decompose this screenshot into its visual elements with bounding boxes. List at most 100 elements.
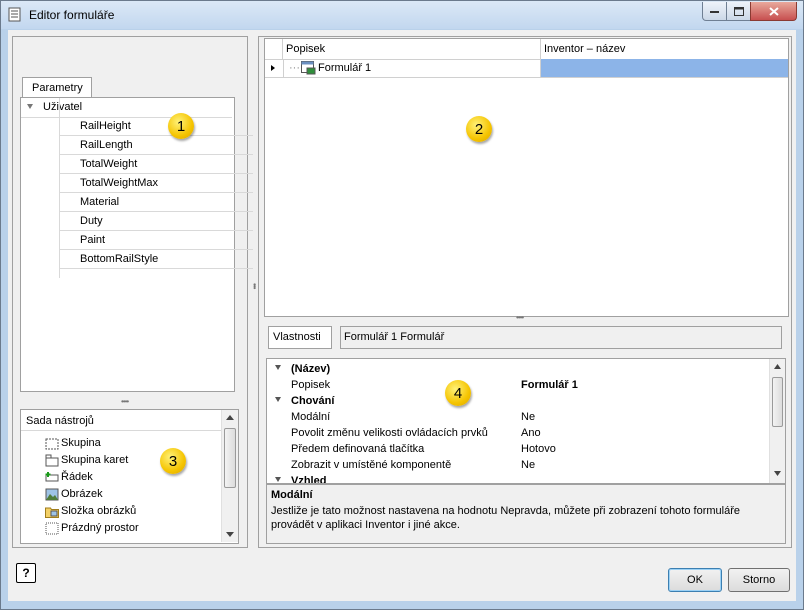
tool-label: Obrázek [61,488,103,500]
minimize-icon [710,11,719,13]
collapse-arrow-icon[interactable] [275,397,281,402]
property-value[interactable]: Ano [521,427,541,439]
toolbox-panel: Sada nástrojů Skupina Skupina karet Řáde… [20,409,239,544]
maximize-button[interactable] [726,2,751,21]
cancel-button[interactable]: Storno [728,568,790,592]
tab-parametry[interactable]: Parametry [22,77,92,98]
window-title: Editor formuláře [29,8,115,22]
tool-label: Řádek [61,471,93,483]
tool-label: Prázdný prostor [61,522,139,534]
parameter-tree: Uživatel RailHeight RailLength TotalWeig… [20,97,253,392]
collapse-arrow-icon[interactable] [275,365,281,370]
properties-label-box: Vlastnosti [268,326,332,349]
properties-label: Vlastnosti [273,331,321,343]
tree-connector: ··· [289,62,300,74]
scroll-down-icon[interactable] [226,532,234,537]
parameter-item[interactable]: RailLength [60,136,253,155]
property-name: (Název) [291,363,331,375]
description-body: Jestliže je tato možnost nastavena na ho… [271,505,740,531]
collapse-arrow-icon[interactable] [27,104,33,109]
toolbox-title: Sada nástrojů [26,415,94,427]
tool-item-radek[interactable]: Řádek [45,469,93,485]
column-header-inventor-name[interactable]: Inventor – název [540,39,788,59]
callout-marker-3: 3 [160,448,186,474]
grid-header: Popisek Inventor – název [265,39,788,60]
property-category[interactable]: Vzhled [267,473,769,483]
parameter-label: TotalWeight [80,158,138,170]
image-icon [45,488,59,500]
column-label: Popisek [286,43,326,55]
parameter-item[interactable]: BottomRailStyle [60,250,253,269]
toolbox-scrollbar[interactable] [221,410,238,542]
parameter-label: TotalWeightMax [80,177,159,189]
form-structure-grid: Popisek Inventor – název ··· Formulář 1 [264,38,789,317]
inventor-name-cell[interactable] [541,59,788,77]
property-value[interactable]: Formulář 1 [521,379,578,391]
group-header-uzivatel[interactable]: Uživatel [21,98,232,118]
maximize-icon [733,6,744,16]
selected-object-text: Formulář 1 Formulář [344,331,445,343]
property-description: Modální Jestliže je tato možnost nastave… [266,484,786,544]
form-row-label: Formulář 1 [318,62,372,74]
parameter-item[interactable]: Material [60,193,253,212]
row-selector-icon [271,65,275,71]
property-name: Chování [291,395,335,407]
tool-item-slozka-obrazku[interactable]: Složka obrázků [45,503,136,519]
property-category[interactable]: Chování [267,393,769,409]
tab-group-icon [45,454,59,466]
scroll-down-icon[interactable] [774,471,781,476]
property-row[interactable]: Popisek Formulář 1 [267,377,769,393]
close-button[interactable] [750,2,797,21]
callout-marker-4: 4 [445,380,471,406]
property-value[interactable]: Ne [521,459,535,471]
table-row[interactable]: ··· Formulář 1 [265,59,788,78]
parameter-item[interactable]: TotalWeight [60,155,253,174]
grid-splitter[interactable]: •••• [516,313,524,322]
tool-item-skupina[interactable]: Skupina [45,435,101,451]
property-category[interactable]: (Název) [267,361,769,377]
parameter-label: Paint [80,234,106,246]
property-row[interactable]: Povolit změnu velikosti ovládacích prvků… [267,425,769,441]
empty-space-icon [45,522,59,534]
ok-button[interactable]: OK [668,568,722,592]
scroll-up-icon[interactable] [226,415,234,420]
column-header-popisek[interactable]: Popisek [282,39,541,59]
property-name: Vzhled [291,475,327,483]
row-icon [45,471,59,481]
parameter-item[interactable]: TotalWeightMax [60,174,253,193]
property-row[interactable]: Předem definovaná tlačítka Hotovo [267,441,769,457]
selected-object-field: Formulář 1 Formulář [340,326,782,349]
tool-item-skupina-karet[interactable]: Skupina karet [45,452,128,468]
divider [21,430,221,431]
property-name: Zobrazit v umístěné komponentě [291,459,452,471]
scrollbar-thumb[interactable] [772,377,783,427]
property-value[interactable]: Hotovo [521,443,556,455]
group-icon [45,438,59,449]
property-grid-scrollbar[interactable] [769,359,785,483]
column-label: Inventor – název [544,43,626,55]
scrollbar-thumb[interactable] [224,428,236,488]
help-button[interactable]: ? [16,563,36,583]
tool-item-obrazek[interactable]: Obrázek [45,486,103,502]
collapse-arrow-icon[interactable] [275,477,281,482]
parameter-label: RailLength [80,139,133,151]
title-bar: Editor formuláře [1,1,803,29]
property-value[interactable]: Ne [521,411,535,423]
minimize-button[interactable] [702,2,727,21]
parameter-label: BottomRailStyle [80,253,159,265]
parameter-item[interactable]: Paint [60,231,253,250]
parameter-item[interactable]: Duty [60,212,253,231]
close-icon [768,6,779,16]
property-row[interactable]: Modální Ne [267,409,769,425]
property-name: Povolit změnu velikosti ovládacích prvků [291,427,488,439]
horizontal-splitter[interactable]: •••• [121,397,129,406]
parameter-label: Duty [80,215,103,227]
scroll-up-icon[interactable] [774,364,781,369]
property-row[interactable]: Zobrazit v umístěné komponentě Ne [267,457,769,473]
parameter-item[interactable]: RailHeight [60,117,253,136]
tool-label: Skupina karet [61,454,129,466]
form-icon [301,61,316,75]
image-folder-icon [45,507,59,518]
tool-item-prazdny-prostor[interactable]: Prázdný prostor [45,520,139,536]
property-name: Modální [291,411,331,423]
